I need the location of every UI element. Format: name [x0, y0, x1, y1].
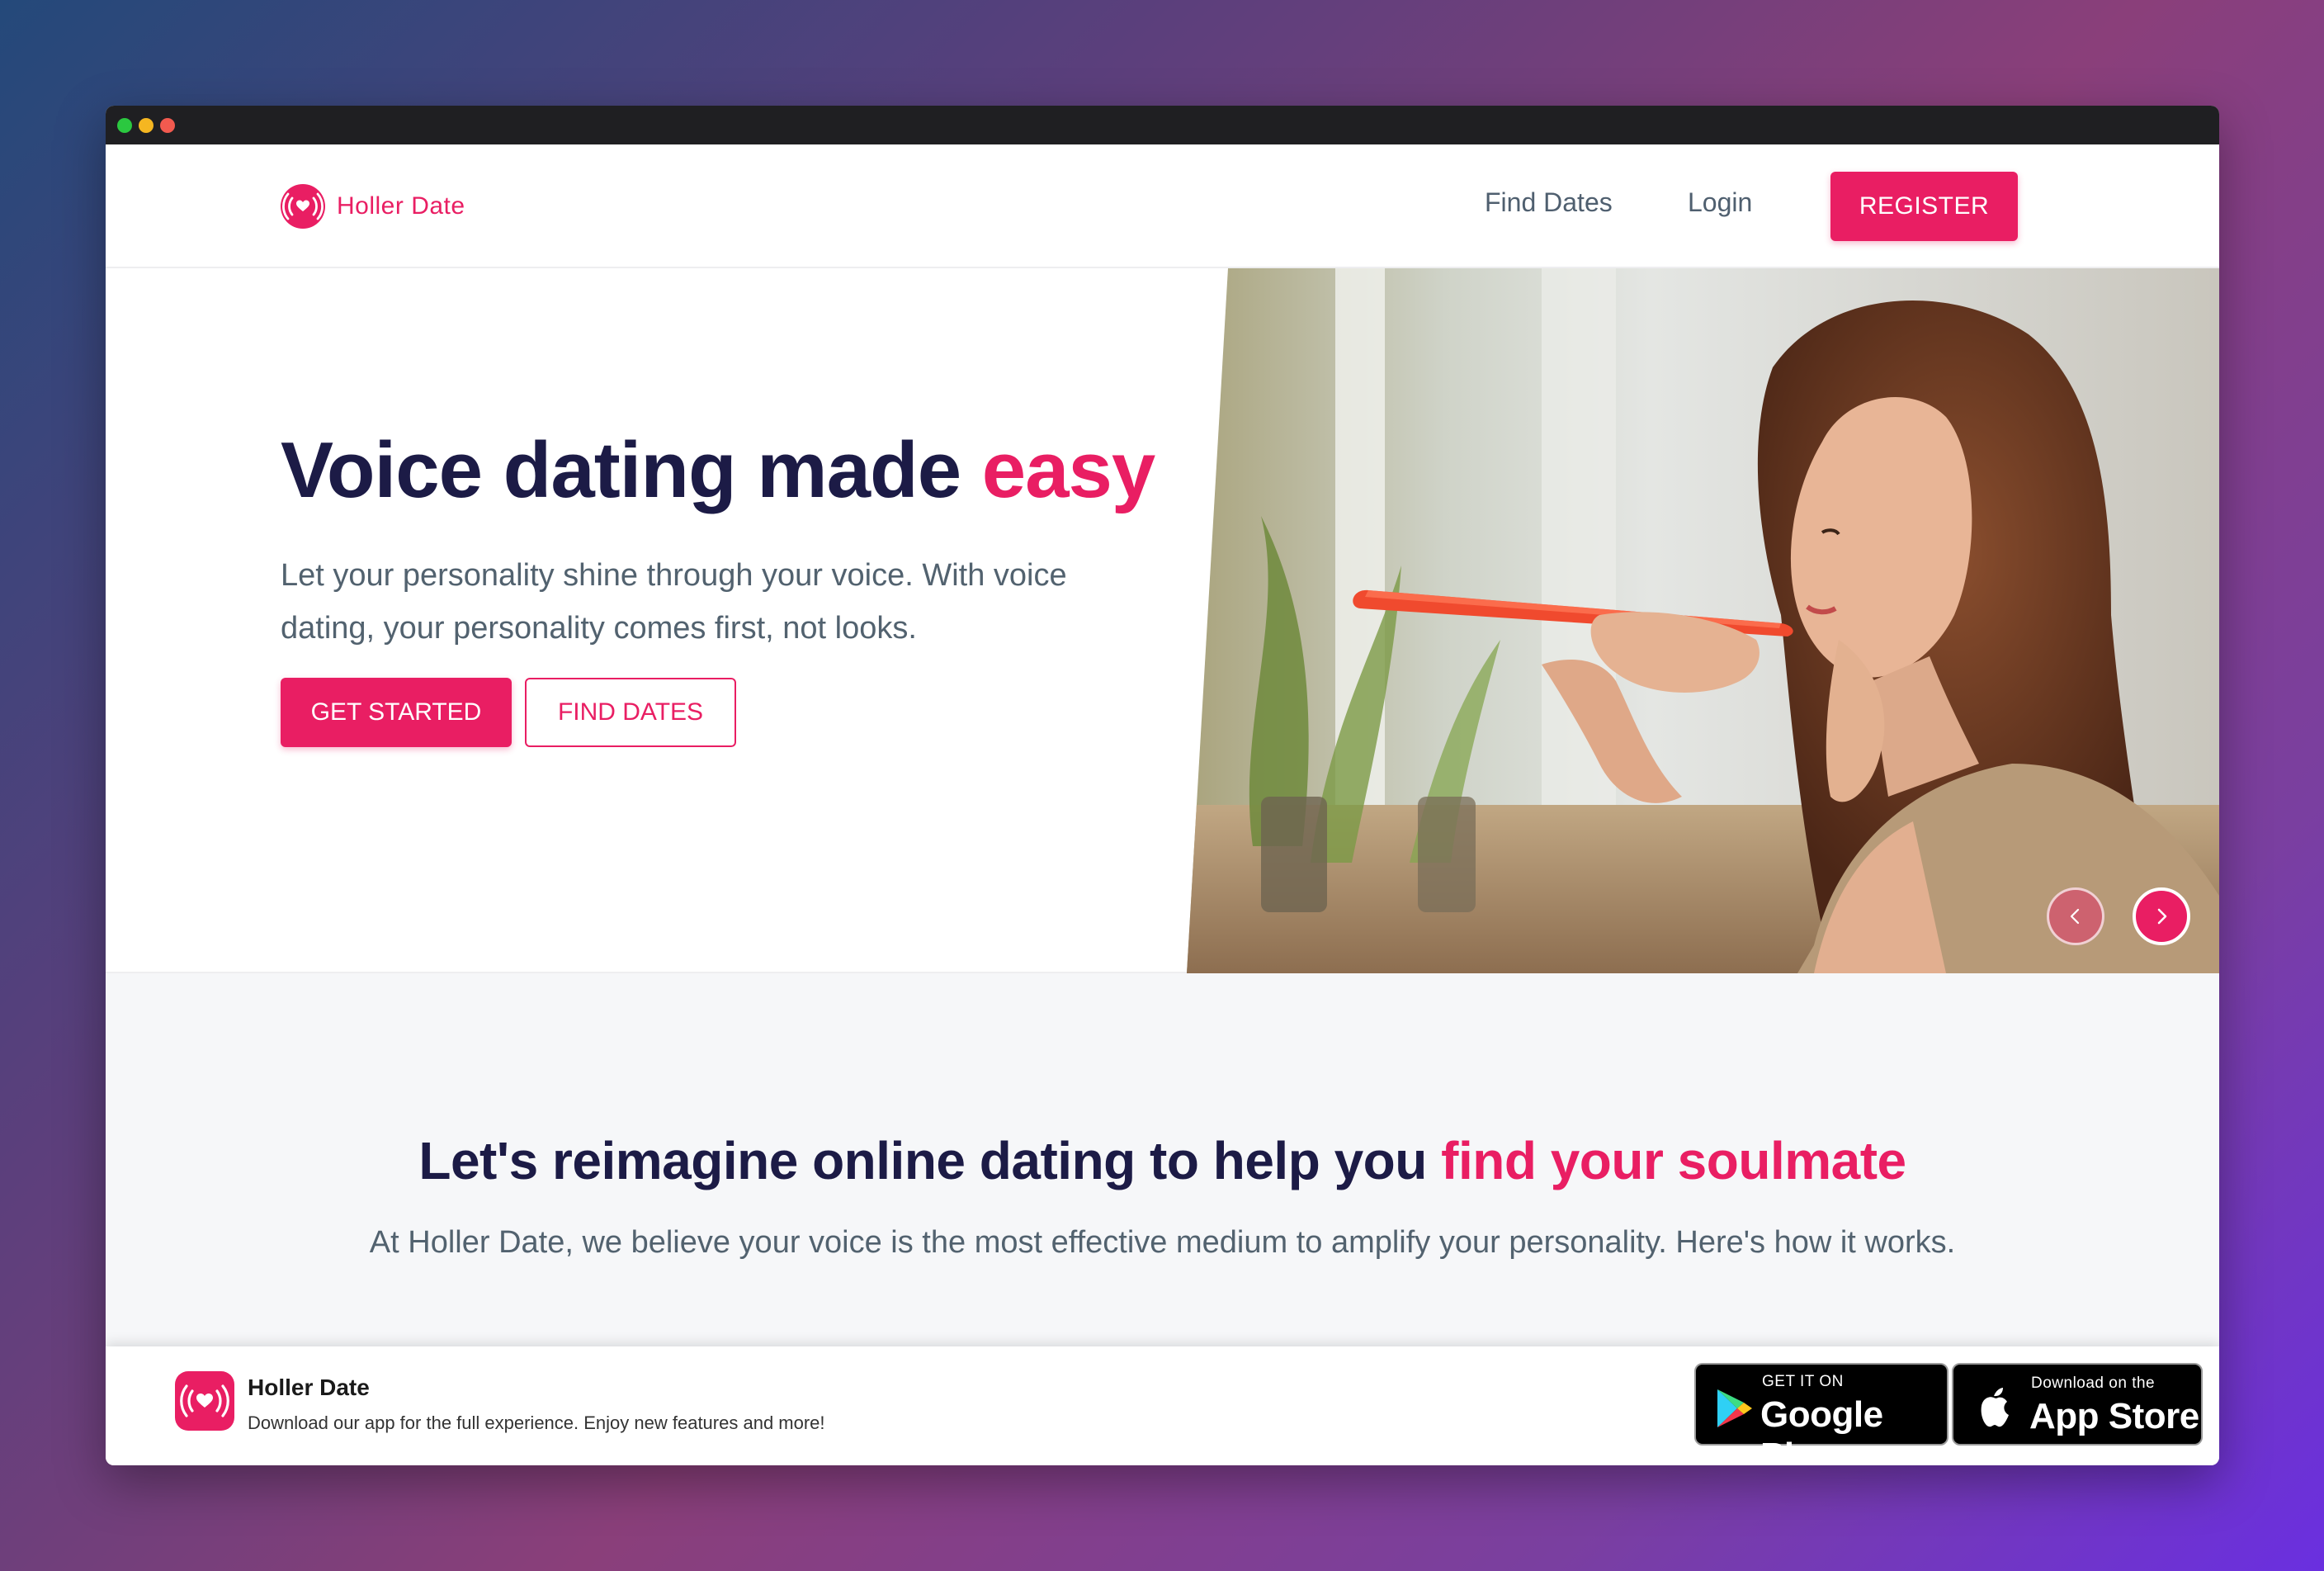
window-titlebar	[106, 106, 2219, 144]
carousel-prev-button[interactable]	[2047, 887, 2104, 945]
nav-find-dates-link[interactable]: Find Dates	[1485, 187, 1613, 218]
app-icon[interactable]	[175, 1371, 234, 1431]
site-logo[interactable]: Holler Date	[281, 184, 465, 229]
browser-window: Holler Date Find Dates Login REGISTER Vo…	[106, 106, 2219, 1465]
hero-title-accent: easy	[981, 426, 1156, 514]
app-store-badge[interactable]: Download on the App Store	[1952, 1363, 2203, 1446]
logo-text: Holler Date	[337, 192, 465, 220]
hero-title-main: Voice dating made	[281, 426, 982, 514]
window-control-green[interactable]	[117, 118, 132, 133]
section-title: Let's reimagine online dating to help yo…	[106, 1130, 2219, 1191]
top-navbar: Holler Date Find Dates Login REGISTER	[106, 144, 2219, 268]
app-store-big-text: App Store	[2029, 1396, 2199, 1436]
google-play-icon	[1717, 1389, 1752, 1427]
app-name: Holler Date	[248, 1375, 370, 1400]
holler-logo-icon	[281, 184, 325, 229]
window-control-red[interactable]	[160, 118, 175, 133]
app-description: Download our app for the full experience…	[248, 1412, 825, 1433]
chevron-right-icon	[2157, 908, 2167, 925]
hero-section: Voice dating made easy Let your personal…	[106, 268, 2219, 973]
hero-photo	[1187, 268, 2219, 973]
section-title-accent: find your soulmate	[1441, 1131, 1906, 1190]
nav-login-link[interactable]: Login	[1688, 187, 1752, 218]
carousel-next-button[interactable]	[2133, 887, 2190, 945]
get-started-button[interactable]: GET STARTED	[281, 678, 512, 747]
chevron-left-icon	[2070, 908, 2080, 925]
app-store-small-text: Download on the	[2031, 1375, 2156, 1392]
find-dates-button[interactable]: FIND DATES	[525, 678, 736, 747]
google-play-small-text: GET IT ON	[1762, 1373, 1844, 1390]
google-play-big-text: Google Play	[1760, 1394, 1883, 1465]
google-play-badge[interactable]: GET IT ON Google Play	[1694, 1363, 1948, 1465]
register-button[interactable]: REGISTER	[1830, 172, 2018, 241]
hero-title: Voice dating made easy	[281, 425, 1155, 516]
apple-icon	[1981, 1388, 2009, 1427]
section-title-main: Let's reimagine online dating to help yo…	[418, 1131, 1442, 1190]
hero-subtitle: Let your personality shine through your …	[281, 558, 1067, 646]
window-control-yellow[interactable]	[139, 118, 154, 133]
app-download-banner: Holler Date Download our app for the ful…	[106, 1346, 2219, 1465]
section-subtitle: At Holler Date, we believe your voice is…	[369, 1225, 1956, 1260]
